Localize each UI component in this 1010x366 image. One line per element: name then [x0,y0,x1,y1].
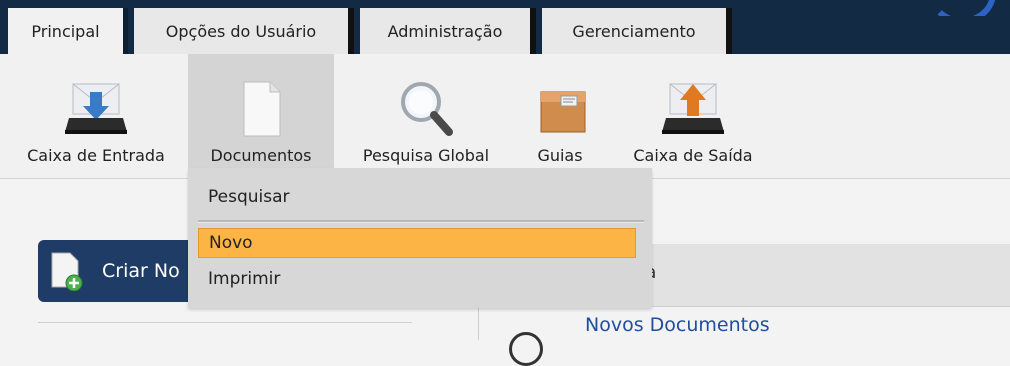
menu-item-pesquisar[interactable]: Pesquisar [198,182,290,212]
documents-dropdown-menu: Pesquisar Novo Imprimir [188,168,652,308]
new-documents-link[interactable]: Novos Documentos [585,314,770,336]
outbox-upload-icon [660,78,726,138]
global-search-button[interactable]: Pesquisa Global [340,54,512,178]
guides-label: Guias [537,146,583,165]
tab-gerenciamento[interactable]: Gerenciamento [542,8,732,54]
documents-button[interactable]: Documentos [188,54,334,178]
divider [38,322,412,323]
menu-divider [198,220,644,223]
guides-button[interactable]: Guias [518,54,602,178]
global-search-label: Pesquisa Global [362,146,490,165]
tab-administracao[interactable]: Administração [360,8,536,54]
new-document-add-icon [50,251,84,292]
ribbon-toolbar: Caixa de Entrada Documentos Pesquisa Glo… [0,54,1010,179]
tab-opcoes-usuario[interactable]: Opções do Usuário [134,8,354,54]
circle-icon [509,332,543,366]
menu-item-imprimir[interactable]: Imprimir [198,264,280,294]
top-navigation-bar: Principal Opções do Usuário Administraçã… [0,0,1010,54]
create-new-label: Criar No [102,260,180,282]
package-box-icon [527,78,593,138]
tab-principal[interactable]: Principal [8,8,128,54]
menu-item-novo[interactable]: Novo [198,228,636,258]
logo-icon [930,0,1010,16]
outbox-button[interactable]: Caixa de Saída [608,54,778,178]
documents-label: Documentos [210,146,312,165]
inbox-download-icon [63,78,129,138]
document-icon [228,78,294,138]
create-new-button[interactable]: Criar No [38,240,208,302]
inbox-button[interactable]: Caixa de Entrada [8,54,184,178]
outbox-label: Caixa de Saída [633,146,753,165]
magnifier-icon [393,78,459,138]
inbox-label: Caixa de Entrada [27,146,165,165]
